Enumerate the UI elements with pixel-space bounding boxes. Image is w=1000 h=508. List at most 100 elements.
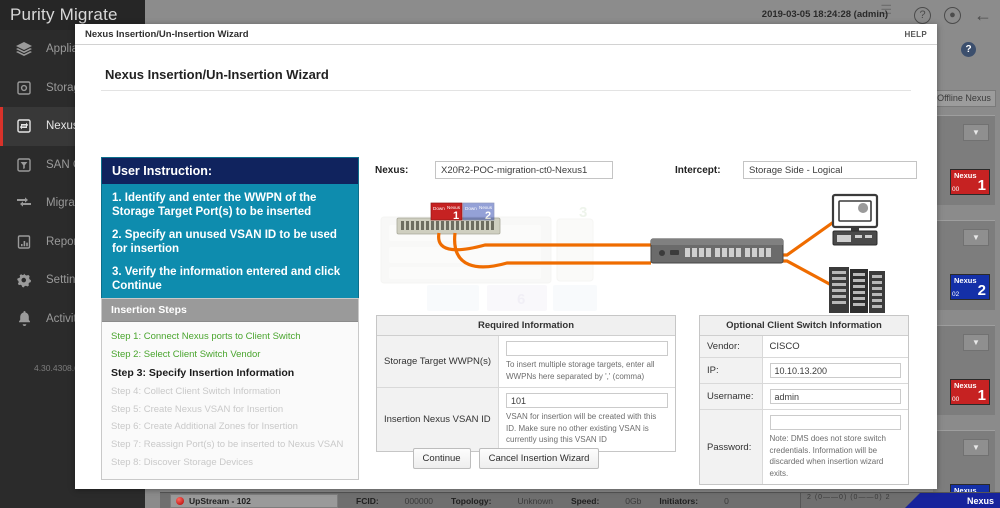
nexus-tag-2: Down Nexus 2 bbox=[462, 202, 495, 222]
status-key: Initiators: bbox=[659, 495, 699, 506]
nexus-chip-name: Nexus bbox=[954, 171, 977, 180]
step-item-1[interactable]: Step 1: Connect Nexus ports to Client Sw… bbox=[102, 328, 358, 346]
nexus-chip-number: 2 bbox=[977, 282, 986, 299]
offline-nexus-button[interactable]: Offline Nexus bbox=[932, 90, 996, 107]
logout-arrow-icon[interactable]: ← bbox=[974, 6, 992, 24]
topology-diagram: 6 3 Down Nexus 1 Down Nexus 2 bbox=[367, 189, 923, 319]
nexus-chip[interactable]: Nexus 00 1 bbox=[950, 169, 990, 195]
status-right-panel: 2 (0——0) (0——0) 2 Nexus bbox=[800, 493, 1000, 508]
help-circle-icon[interactable]: ? bbox=[961, 42, 976, 57]
instruction-line: 1. Identify and enter the WWPN of the St… bbox=[112, 192, 317, 218]
username-label: Username: bbox=[700, 383, 763, 410]
ip-label: IP: bbox=[700, 357, 763, 384]
chevron-down-icon[interactable]: ▼ bbox=[963, 334, 989, 351]
status-pair-initiators: Initiators: 0 bbox=[659, 496, 728, 506]
status-key: Speed: bbox=[570, 495, 600, 506]
insertion-steps-header: Insertion Steps bbox=[102, 299, 358, 322]
storage-array bbox=[829, 267, 885, 313]
rail-nexus-card[interactable]: ▼ Nexus 00 1 bbox=[933, 325, 995, 415]
optional-table-header: Optional Client Switch Information bbox=[700, 316, 908, 336]
required-information-table: Required Information Storage Target WWPN… bbox=[376, 315, 676, 452]
topology-diagram-svg: 6 3 Down Nexus 1 Down Nexus 2 bbox=[380, 193, 885, 313]
step-item-6: Step 6: Create Additional Zones for Inse… bbox=[111, 421, 298, 433]
continue-button[interactable]: Continue bbox=[412, 448, 471, 469]
table-row: IP: 10.10.13.200 bbox=[700, 357, 908, 384]
upstream-label: UpStream - 102 bbox=[189, 495, 251, 506]
status-value: 000000 bbox=[404, 495, 434, 506]
status-nexus-tab[interactable]: Nexus bbox=[904, 493, 1000, 508]
chevron-down-icon[interactable]: ▼ bbox=[963, 124, 989, 141]
client-switch bbox=[650, 238, 784, 264]
status-value: 0Gb bbox=[625, 495, 642, 506]
nexus-chip-number: 1 bbox=[977, 177, 986, 194]
user-instruction-body: 1. Identify and enter the WWPN of the St… bbox=[102, 184, 358, 303]
instruction-line: 2. Specify an unused VSAN ID to be used … bbox=[112, 229, 337, 255]
session-timestamp: 2019-03-05 18:24:28 (admin) bbox=[761, 9, 888, 20]
upstream-status[interactable]: UpStream - 102 bbox=[170, 493, 338, 508]
step-item-2[interactable]: Step 2: Select Client Switch Vendor bbox=[102, 346, 358, 364]
nexus-chip-number: 1 bbox=[977, 387, 986, 404]
vendor-value: CISCO bbox=[762, 335, 908, 358]
help-link[interactable]: HELP bbox=[904, 30, 927, 39]
switch-username-input[interactable]: admin bbox=[769, 389, 901, 404]
rail-nexus-card[interactable]: ▼ Nexus 00 1 bbox=[933, 115, 995, 205]
nexus-chip-port: 00 bbox=[952, 186, 960, 193]
table-row: Insertion Nexus VSAN ID 101 VSAN for ins… bbox=[377, 387, 675, 451]
migration-transfer-icon bbox=[14, 194, 34, 212]
instruction-line: 3. Verify the information entered and cl… bbox=[112, 266, 341, 292]
nexus-field-value[interactable]: X20R2-POC-migration-ct0-Nexus1 bbox=[435, 161, 613, 179]
wwpn-hint: To insert multiple storage targets, ente… bbox=[506, 360, 655, 381]
modal-title-bar: Nexus Insertion/Un-Insertion Wizard HELP bbox=[75, 24, 937, 45]
status-key: Topology: bbox=[451, 495, 492, 506]
status-value: 0 bbox=[724, 495, 729, 506]
svg-text:Down: Down bbox=[433, 206, 445, 211]
nexus-chip[interactable]: Nexus 00 1 bbox=[950, 379, 990, 405]
step-item-5: Step 5: Create Nexus VSAN for Insertion bbox=[111, 403, 284, 415]
username-field: admin bbox=[762, 383, 908, 410]
status-value: Unknown bbox=[517, 495, 553, 506]
switch-ip-input[interactable]: 10.10.13.200 bbox=[769, 363, 901, 378]
storage-target-wwpn-input[interactable] bbox=[506, 341, 668, 356]
insertion-vsan-id-input[interactable]: 101 bbox=[506, 393, 668, 408]
wwpn-row-label: Storage Target WWPN(s) bbox=[377, 335, 499, 388]
svg-text:Down: Down bbox=[465, 206, 477, 211]
san-funnel-icon bbox=[14, 156, 34, 174]
vsan-row-label: Insertion Nexus VSAN ID bbox=[377, 387, 499, 451]
nexus-chip-name: Nexus bbox=[954, 381, 977, 390]
nexus-chip-port: 02 bbox=[952, 291, 960, 298]
switch-password-input[interactable] bbox=[769, 415, 901, 430]
table-row: Username: admin bbox=[700, 383, 908, 410]
gear-icon bbox=[14, 271, 34, 289]
wizard-modal: Nexus Insertion/Un-Insertion Wizard HELP… bbox=[75, 24, 937, 489]
chevron-down-icon[interactable]: ▼ bbox=[963, 439, 989, 456]
right-rail: ? Offline Nexus ▼ Nexus 00 1 ▼ Nexus 02 … bbox=[932, 30, 1000, 508]
nexus-chip[interactable]: Nexus 02 2 bbox=[950, 274, 990, 300]
reports-chart-icon bbox=[14, 233, 34, 251]
vsan-row-field: 101 VSAN for insertion will be created w… bbox=[498, 387, 675, 451]
cancel-insertion-wizard-button[interactable]: Cancel Insertion Wizard bbox=[478, 448, 600, 469]
status-key: FCID: bbox=[356, 495, 379, 506]
rail-nexus-card[interactable]: ▼ Nexus 02 2 bbox=[933, 220, 995, 310]
intercept-field-group: Intercept: Storage Side - Logical bbox=[675, 161, 917, 179]
user-instruction-panel: User Instruction: 1. Identify and enter … bbox=[101, 157, 359, 304]
step-item-4: Step 4: Collect Client Switch Informatio… bbox=[111, 385, 281, 397]
nexus-swap-icon bbox=[14, 117, 34, 135]
lock-circle-icon[interactable]: ● bbox=[944, 6, 961, 24]
wizard-actions: Continue Cancel Insertion Wizard bbox=[75, 448, 937, 469]
nexus-field-label: Nexus: bbox=[375, 164, 409, 176]
table-row: Vendor: CISCO bbox=[700, 335, 908, 358]
vsan-hint: VSAN for insertion will be created with … bbox=[506, 412, 657, 444]
intercept-field-value[interactable]: Storage Side - Logical bbox=[743, 161, 917, 179]
status-bar: UpStream - 102 FCID: 000000 Topology: Un… bbox=[160, 492, 1000, 508]
nexus-chip-name: Nexus bbox=[954, 276, 977, 285]
chevron-down-icon[interactable]: ▼ bbox=[963, 229, 989, 246]
help-circle-icon[interactable]: ? bbox=[914, 6, 931, 24]
nexus-chip-port: 00 bbox=[952, 396, 960, 403]
table-row: Storage Target WWPN(s) To insert multipl… bbox=[377, 335, 675, 388]
modal-body: User Instruction: 1. Identify and enter … bbox=[75, 91, 937, 491]
status-led-icon bbox=[176, 496, 184, 505]
password-field: Note: DMS does not store switch credenti… bbox=[762, 409, 908, 484]
svg-text:2: 2 bbox=[485, 210, 491, 222]
status-port-marks: 2 (0——0) (0——0) 2 bbox=[807, 494, 891, 501]
password-label: Password: bbox=[700, 409, 763, 484]
